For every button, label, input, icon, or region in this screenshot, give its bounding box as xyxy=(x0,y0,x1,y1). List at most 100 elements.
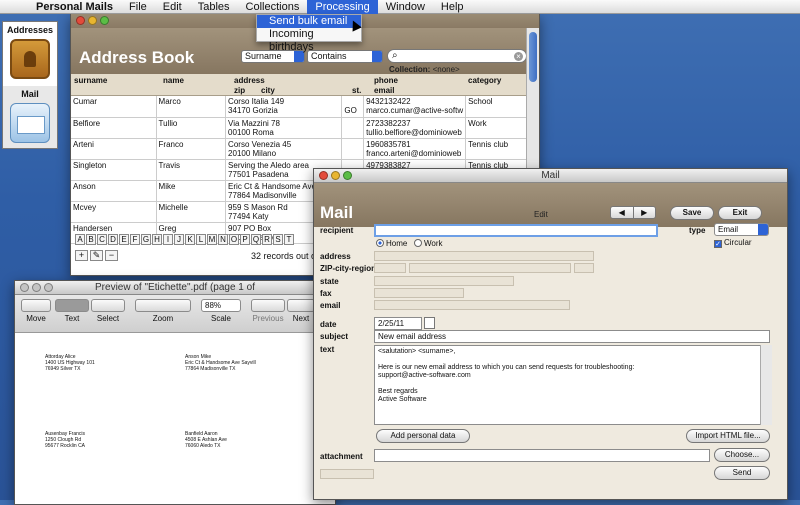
import-html-button[interactable]: Import HTML file... xyxy=(686,429,770,443)
alphabet-letter[interactable]: J xyxy=(174,234,184,245)
alphabet-index: ABCDEFGHIJKLMNOPQRST xyxy=(75,234,294,245)
recipient-input[interactable] xyxy=(374,224,658,237)
col-st[interactable]: st. xyxy=(352,86,361,95)
message-scrollbar[interactable] xyxy=(760,345,772,425)
exit-button[interactable]: Exit xyxy=(718,206,762,220)
col-phone[interactable]: phone xyxy=(374,76,398,85)
scrollbar-thumb[interactable] xyxy=(529,32,537,82)
alphabet-letter[interactable]: G xyxy=(141,234,151,245)
alphabet-letter[interactable]: Q xyxy=(251,234,261,245)
delete-record-button[interactable]: − xyxy=(105,250,118,261)
calendar-icon[interactable] xyxy=(424,317,435,329)
palette-item-mail[interactable]: Mail xyxy=(3,86,57,150)
pdf-page: Attorday Alice 1400 US Highway 101 76949… xyxy=(15,334,335,504)
col-city[interactable]: city xyxy=(261,86,275,95)
add-personal-data-button[interactable]: Add personal data xyxy=(376,429,470,443)
close-window-button[interactable] xyxy=(76,16,85,25)
minimize-window-button[interactable] xyxy=(32,283,41,292)
previous-record-button[interactable]: ◀ xyxy=(611,207,633,218)
alphabet-letter[interactable]: O xyxy=(229,234,239,245)
clear-search-icon[interactable]: × xyxy=(514,52,523,61)
zoom-window-button[interactable] xyxy=(44,283,53,292)
edit-record-button[interactable]: ✎ xyxy=(90,250,103,261)
tool-previous[interactable]: Previous xyxy=(251,299,285,323)
tool-zoom[interactable]: Zoom xyxy=(135,299,191,323)
alphabet-letter[interactable]: B xyxy=(86,234,96,245)
mail-envelope-icon xyxy=(10,103,50,143)
cell-line: Arteni xyxy=(73,139,94,149)
radio-work[interactable]: Work xyxy=(414,239,443,248)
col-zip[interactable]: zip xyxy=(234,86,245,95)
save-button[interactable]: Save xyxy=(670,206,714,220)
zoom-window-button[interactable] xyxy=(100,16,109,25)
alphabet-letter[interactable]: N xyxy=(218,234,228,245)
menu-tables[interactable]: Tables xyxy=(190,0,238,14)
search-mode-select[interactable]: Contains xyxy=(307,50,383,63)
tool-next[interactable]: Next xyxy=(287,299,315,323)
close-window-button[interactable] xyxy=(20,283,29,292)
subject-input[interactable]: New email address xyxy=(374,330,770,343)
col-name[interactable]: name xyxy=(163,76,184,85)
table-row[interactable]: Arteni Franco Corso Venezia 45 20100 Milano… xyxy=(71,138,527,160)
table-row[interactable]: Cumar Marco Corso Italia 149 34170 Gorizia … xyxy=(71,96,527,118)
search-input[interactable]: ⌕ × xyxy=(387,49,527,63)
alphabet-letter[interactable]: F xyxy=(130,234,140,245)
alphabet-letter[interactable]: M xyxy=(207,234,217,245)
circular-checkbox[interactable]: ✓ Circular xyxy=(714,238,752,248)
table-cell: 9432132422 marco.cumar@active-softw xyxy=(363,96,467,118)
date-input[interactable]: 2/25/11 xyxy=(374,317,422,330)
menu-processing[interactable]: Processing xyxy=(307,0,378,14)
alphabet-letter[interactable]: T xyxy=(284,234,294,245)
alphabet-letter[interactable]: C xyxy=(97,234,107,245)
select-icon xyxy=(91,299,125,312)
tool-text[interactable]: Text xyxy=(55,299,89,323)
tool-select[interactable]: Select xyxy=(91,299,125,323)
scale-input[interactable]: 88% xyxy=(201,299,241,312)
alphabet-letter[interactable]: I xyxy=(163,234,173,245)
radio-home[interactable]: Home xyxy=(376,239,407,248)
type-select[interactable]: Email xyxy=(714,223,769,236)
app-menu[interactable]: Personal Mails xyxy=(28,0,121,14)
zoom-window-button[interactable] xyxy=(343,171,352,180)
table-cell: Tullio xyxy=(156,117,227,139)
minimize-window-button[interactable] xyxy=(331,171,340,180)
alphabet-letter[interactable]: H xyxy=(152,234,162,245)
cell-line xyxy=(344,97,361,106)
col-address[interactable]: address xyxy=(234,76,265,85)
message-body[interactable]: <salutation> <surname>, Here is our new … xyxy=(374,345,770,425)
table-cell: Mcvey xyxy=(71,201,157,223)
col-email[interactable]: email xyxy=(374,86,394,95)
table-cell: Marco xyxy=(156,96,227,118)
tool-select-label: Select xyxy=(96,314,120,323)
menu-item-incoming-birthdays[interactable]: Incoming birthdays xyxy=(257,28,361,53)
alphabet-letter[interactable]: P xyxy=(240,234,250,245)
table-row[interactable]: Belfiore Tullio Via Mazzini 78 00100 Roma 2… xyxy=(71,117,527,139)
alphabet-letter[interactable]: D xyxy=(108,234,118,245)
menu-item-send-bulk-email[interactable]: Send bulk email xyxy=(257,15,361,28)
choose-button[interactable]: Choose... xyxy=(714,448,770,462)
col-category[interactable]: category xyxy=(468,76,501,85)
menu-help[interactable]: Help xyxy=(433,0,472,14)
menu-collections[interactable]: Collections xyxy=(238,0,308,14)
alphabet-letter[interactable]: R xyxy=(262,234,272,245)
add-record-button[interactable]: + xyxy=(75,250,88,261)
alphabet-letter[interactable]: S xyxy=(273,234,283,245)
menu-window[interactable]: Window xyxy=(378,0,433,14)
palette-item-addresses[interactable]: Addresses xyxy=(3,22,57,86)
minimize-window-button[interactable] xyxy=(88,16,97,25)
alphabet-letter[interactable]: K xyxy=(185,234,195,245)
cell-line: 2723382237 xyxy=(366,118,411,128)
alphabet-letter[interactable]: A xyxy=(75,234,85,245)
next-record-button[interactable]: ▶ xyxy=(632,207,655,218)
close-window-button[interactable] xyxy=(319,171,328,180)
menu-edit[interactable]: Edit xyxy=(155,0,190,14)
menu-file[interactable]: File xyxy=(121,0,155,14)
alphabet-letter[interactable]: E xyxy=(119,234,129,245)
col-surname[interactable]: surname xyxy=(74,76,107,85)
alphabet-letter[interactable]: L xyxy=(196,234,206,245)
tool-scale[interactable]: 88% Scale xyxy=(201,299,241,323)
tool-move[interactable]: Move xyxy=(21,299,51,323)
attachment-input[interactable] xyxy=(374,449,710,462)
send-button[interactable]: Send xyxy=(714,466,770,480)
fax-field xyxy=(374,288,464,298)
